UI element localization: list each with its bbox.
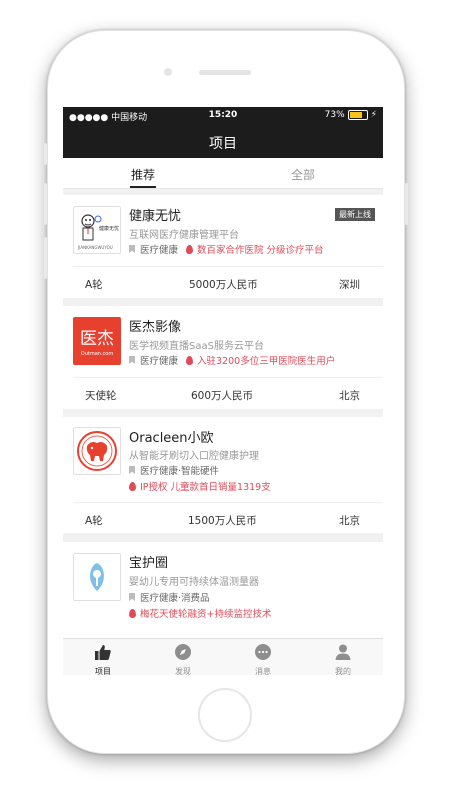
- project-card[interactable]: Oracleen小欧 从智能牙刷切入口腔健康护理 医疗健康·智能硬件 IP授权 …: [63, 417, 383, 533]
- category: 医疗健康: [140, 356, 179, 367]
- funding-amount: 1500万人民币: [188, 515, 257, 527]
- volume-up-button: [44, 183, 47, 225]
- mute-switch: [44, 143, 47, 165]
- highlight-text: 梅花天使轮融资+持续监控技术: [140, 609, 272, 620]
- new-badge: 最新上线: [335, 208, 375, 221]
- power-button: [405, 183, 408, 225]
- tab-recommended[interactable]: 推荐: [131, 166, 155, 183]
- bookmark-icon: [129, 356, 135, 364]
- tab-all[interactable]: 全部: [291, 166, 315, 183]
- thumbs-up-icon: [95, 645, 111, 660]
- project-category-row: 医疗健康·智能硬件: [129, 463, 219, 477]
- project-highlight-row: IP授权 儿童款首日销量1319支: [129, 479, 271, 493]
- active-tab-indicator: [130, 186, 156, 188]
- funding-round: A轮: [85, 279, 103, 291]
- chat-bubble-icon: [255, 644, 271, 660]
- bookmark-icon: [129, 245, 135, 253]
- highlight-text: IP授权 儿童款首日销量1319支: [140, 482, 271, 493]
- project-card[interactable]: 宝护圈 婴幼儿专用可持续体温测量器 医疗健康·消费品 梅花天使轮融资+持续监控技…: [63, 542, 383, 638]
- highlight-text: 入驻3200多位三甲医院医生用户: [197, 356, 336, 367]
- battery-percent: 73%: [324, 110, 345, 120]
- bookmark-icon: [129, 466, 135, 474]
- tab-label: 项目: [95, 667, 111, 675]
- front-camera: [164, 68, 172, 76]
- funding-round: 天使轮: [85, 390, 117, 402]
- volume-down-button: [44, 237, 47, 279]
- tab-me[interactable]: 我的: [303, 641, 383, 675]
- project-highlight-row: 梅花天使轮融资+持续监控技术: [129, 606, 271, 620]
- divider: [73, 502, 383, 503]
- page-title: 项目: [209, 136, 237, 152]
- tab-messages[interactable]: 消息: [223, 641, 303, 675]
- project-name: Oracleen小欧: [129, 431, 214, 446]
- tab-discover[interactable]: 发现: [143, 641, 223, 675]
- funding-amount: 5000万人民币: [189, 279, 258, 291]
- project-name: 健康无忧: [129, 209, 182, 224]
- project-logo: [73, 427, 121, 475]
- app-screen: ●●●●● 中国移动 15:20 73% ⚡ 项目 推荐 全部 健康无忧 JIA…: [63, 107, 383, 675]
- project-description: 从智能牙刷切入口腔健康护理: [129, 451, 259, 462]
- tab-label: 我的: [335, 667, 351, 675]
- fire-icon: [129, 481, 136, 491]
- logo-text: 医杰: [80, 329, 114, 349]
- battery-icon: [347, 110, 368, 120]
- baby-thermometer-icon: [90, 563, 104, 591]
- home-button[interactable]: [198, 688, 252, 742]
- logo-subtext: Outman.com: [80, 351, 114, 357]
- city: 深圳: [339, 279, 360, 291]
- bottom-tab-bar: 项目 发现 消息 我的: [63, 638, 383, 675]
- fire-icon: [129, 608, 136, 618]
- project-name: 医杰影像: [129, 320, 182, 335]
- segment-tabs: 推荐 全部: [63, 158, 383, 189]
- status-bar: ●●●●● 中国移动 15:20 73% ⚡: [63, 107, 383, 125]
- highlight-text: 数百家合作医院 分级诊疗平台: [197, 245, 324, 256]
- project-card[interactable]: 健康无忧 JIANKANGWUYOU 健康无忧 最新上线 互联网医疗健康管理平台…: [63, 195, 383, 298]
- project-description: 互联网医疗健康管理平台: [129, 230, 239, 241]
- city: 北京: [339, 390, 360, 402]
- project-description: 医学视频直播SaaS服务云平台: [129, 341, 264, 352]
- nav-bar: 项目: [63, 125, 383, 158]
- divider: [73, 266, 383, 267]
- earpiece: [199, 70, 251, 75]
- category: 医疗健康·智能硬件: [140, 466, 220, 477]
- logo-text: 健康无忧: [99, 226, 120, 232]
- fire-icon: [186, 244, 194, 254]
- funding-round: A轮: [85, 515, 103, 527]
- logo-subtext: JIANKANGWUYOU: [78, 245, 113, 250]
- tab-label: 发现: [175, 667, 191, 675]
- person-icon: [335, 644, 351, 660]
- city: 北京: [339, 515, 360, 527]
- project-category-row: 医疗健康·消费品: [129, 590, 210, 604]
- project-tags: 医疗健康 入驻3200多位三甲医院医生用户: [129, 353, 335, 367]
- project-logo: 医杰 Outman.com: [73, 317, 121, 365]
- category: 医疗健康: [140, 245, 179, 256]
- bookmark-icon: [129, 593, 135, 601]
- project-logo: 健康无忧 JIANKANGWUYOU: [73, 206, 121, 254]
- project-name: 宝护圈: [129, 556, 169, 571]
- tooth-brand-icon: [77, 431, 117, 471]
- charging-icon: ⚡: [370, 110, 377, 120]
- tab-label: 消息: [255, 667, 271, 675]
- fire-icon: [186, 355, 194, 365]
- project-card[interactable]: 医杰 Outman.com 医杰影像 医学视频直播SaaS服务云平台 医疗健康 …: [63, 306, 383, 409]
- project-description: 婴幼儿专用可持续体温测量器: [129, 577, 259, 588]
- divider: [73, 377, 383, 378]
- project-tags: 医疗健康 数百家合作医院 分级诊疗平台: [129, 242, 324, 256]
- category: 医疗健康·消费品: [140, 593, 210, 604]
- project-logo: [73, 553, 121, 601]
- funding-amount: 600万人民币: [191, 390, 254, 402]
- tab-projects[interactable]: 项目: [63, 641, 143, 675]
- compass-icon: [175, 644, 191, 660]
